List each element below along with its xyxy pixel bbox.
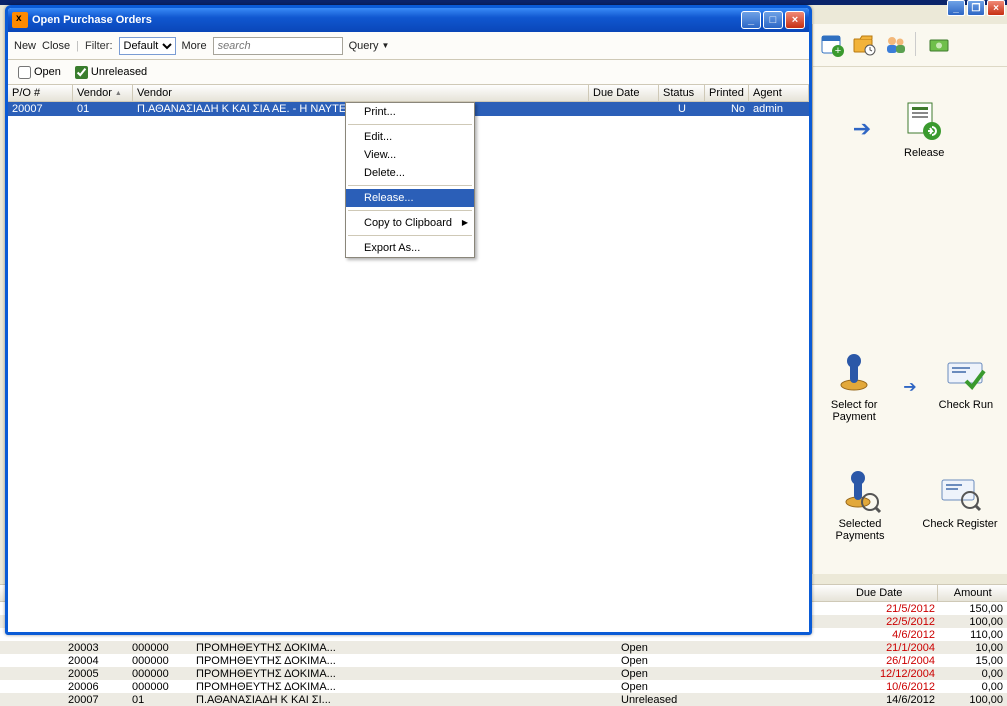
titlebar[interactable]: Open Purchase Orders _ □ × xyxy=(8,8,809,32)
toolbar: New Close | Filter: Default More Query▼ xyxy=(8,32,809,60)
col-po[interactable]: P/O # xyxy=(8,85,73,101)
menu-export[interactable]: Export As... xyxy=(346,239,474,257)
table-row[interactable]: 20006000000ΠΡΟΜΗΘΕΥΤΗΣ ΔΟΚΙΜΑ...Open10/6… xyxy=(0,680,1007,693)
arrow-right-icon: ➔ xyxy=(853,116,871,142)
col-vendor-short[interactable]: Vendor xyxy=(73,85,133,101)
check-run-label: Check Run xyxy=(939,399,993,411)
menu-delete[interactable]: Delete... xyxy=(346,164,474,182)
svg-text:+: + xyxy=(835,45,841,57)
col-status[interactable]: Status xyxy=(659,85,705,101)
open-checkbox[interactable]: Open xyxy=(18,66,61,79)
context-menu: Print... Edit... View... Delete... Relea… xyxy=(345,102,475,258)
col-agent[interactable]: Agent xyxy=(749,85,809,101)
side-panel: + ➔ Release xyxy=(812,24,1007,574)
search-input[interactable] xyxy=(213,37,343,55)
arrow-right-icon: ➔ xyxy=(903,377,916,397)
parent-minimize-button[interactable]: _ xyxy=(947,0,965,16)
col-vendor-long[interactable]: Vendor xyxy=(133,85,589,101)
menu-print[interactable]: Print... xyxy=(346,103,474,121)
menu-edit[interactable]: Edit... xyxy=(346,128,474,146)
close-list-button[interactable]: Close xyxy=(42,40,70,52)
query-button[interactable]: Query▼ xyxy=(349,40,390,52)
open-purchase-orders-window: Open Purchase Orders _ □ × New Close | F… xyxy=(5,5,812,635)
select-for-payment-label: Select for Payment xyxy=(815,399,893,423)
menu-release[interactable]: Release... xyxy=(346,189,474,207)
release-action[interactable]: Release xyxy=(881,99,967,159)
parent-window-controls: _ ❐ × xyxy=(947,0,1005,16)
selected-payments-action[interactable]: Selected Payments xyxy=(817,470,903,542)
menu-copy-clipboard[interactable]: Copy to Clipboard xyxy=(346,214,474,232)
table-row[interactable]: 20003000000ΠΡΟΜΗΘΕΥΤΗΣ ΔΟΚΙΜΑ...Open21/1… xyxy=(0,641,1007,654)
filter-select[interactable]: Default xyxy=(119,37,176,55)
table-row[interactable]: 20004000000ΠΡΟΜΗΘΕΥΤΗΣ ΔΟΚΙΜΑ...Open26/1… xyxy=(0,654,1007,667)
table-row[interactable]: 20005000000ΠΡΟΜΗΘΕΥΤΗΣ ΔΟΚΙΜΑ...Open12/1… xyxy=(0,667,1007,680)
menu-view[interactable]: View... xyxy=(346,146,474,164)
grid-body[interactable]: 20007 01 Π.ΑΘΑΝΑΣΙΑΔΗ Κ ΚΑΙ ΣΙΑ ΑΕ. - Η … xyxy=(8,102,809,632)
close-button[interactable]: × xyxy=(785,11,805,29)
window-title: Open Purchase Orders xyxy=(32,14,741,26)
folder-clock-icon[interactable] xyxy=(851,32,877,58)
bg-col-amount[interactable]: Amount xyxy=(938,585,1007,601)
col-due[interactable]: Due Date xyxy=(589,85,659,101)
minimize-button[interactable]: _ xyxy=(741,11,761,29)
maximize-button[interactable]: □ xyxy=(763,11,783,29)
money-icon[interactable] xyxy=(927,32,953,58)
unreleased-checkbox[interactable]: Unreleased xyxy=(75,66,147,79)
parent-restore-button[interactable]: ❐ xyxy=(967,0,985,16)
col-printed[interactable]: Printed xyxy=(705,85,749,101)
new-button[interactable]: New xyxy=(14,40,36,52)
select-for-payment-action[interactable]: Select for Payment xyxy=(815,351,893,423)
release-label: Release xyxy=(904,147,944,159)
bg-col-due[interactable]: Due Date xyxy=(821,585,938,601)
calendar-add-icon[interactable]: + xyxy=(819,32,845,58)
grid-header[interactable]: P/O # Vendor Vendor Due Date Status Prin… xyxy=(8,84,809,102)
app-icon xyxy=(12,12,28,28)
more-button[interactable]: More xyxy=(182,40,207,52)
check-register-label: Check Register xyxy=(922,518,997,530)
filter-label: Filter: xyxy=(85,40,113,52)
parent-close-button[interactable]: × xyxy=(987,0,1005,16)
selected-payments-label: Selected Payments xyxy=(817,518,903,542)
people-icon[interactable] xyxy=(883,32,909,58)
check-register-action[interactable]: Check Register xyxy=(917,470,1003,542)
check-run-action[interactable]: Check Run xyxy=(927,351,1005,423)
filter-row: Open Unreleased xyxy=(8,60,809,84)
table-row[interactable]: 2000701Π.ΑΘΑΝΑΣΙΑΔΗ Κ ΚΑΙ ΣΙ...Unrelease… xyxy=(0,693,1007,706)
